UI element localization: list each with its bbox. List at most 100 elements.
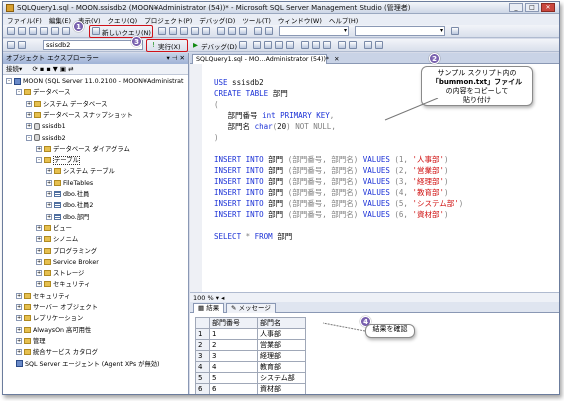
cut-icon[interactable]	[217, 27, 225, 35]
expand-icon[interactable]: +	[36, 247, 42, 254]
row-number[interactable]: 3	[195, 350, 210, 362]
expand-icon[interactable]: +	[36, 145, 42, 152]
chevron-down-icon[interactable]: ▾ ◂	[216, 294, 225, 302]
redo-icon[interactable]	[265, 27, 273, 35]
expand-icon[interactable]: +	[26, 111, 32, 118]
undo-icon[interactable]	[254, 27, 262, 35]
menu-item-3[interactable]: クエリ(Q)	[108, 15, 138, 25]
table-cell[interactable]: 6	[209, 383, 258, 394]
connect-button[interactable]: 接続▾	[6, 65, 22, 73]
minimize-button[interactable]: _	[509, 3, 523, 12]
expand-icon[interactable]: +	[16, 326, 22, 333]
copy-icon[interactable]	[228, 27, 236, 35]
new-query-icon[interactable]	[92, 27, 100, 35]
tree-node[interactable]: + セキュリティ	[16, 292, 70, 301]
xmla-query-icon[interactable]	[202, 27, 210, 35]
tab-messages[interactable]: ✎ メッセージ	[226, 303, 276, 313]
tree-node[interactable]: + システム データベース	[26, 100, 107, 109]
table-cell[interactable]: 3	[209, 350, 258, 362]
collapse-icon[interactable]: -	[6, 78, 12, 84]
uncomment-icon[interactable]	[349, 41, 357, 49]
zoom-level[interactable]: 100 % ▾ ◂	[190, 292, 559, 302]
table-row[interactable]: 5 5 システム部	[195, 372, 306, 384]
column-header[interactable]: 部門番号	[209, 317, 258, 329]
tree-node[interactable]: + AlwaysOn 高可用性	[16, 326, 91, 335]
tree-node[interactable]: + セキュリティ	[36, 280, 90, 289]
table-cell[interactable]: 4	[209, 361, 258, 373]
table-row[interactable]: 6 6 資材部	[195, 383, 306, 394]
row-number[interactable]: 5	[195, 372, 210, 384]
table-row[interactable]: 1 1 人事部	[195, 328, 306, 340]
paste-icon[interactable]	[239, 27, 247, 35]
results-to-text-icon[interactable]	[301, 41, 309, 49]
tree-node[interactable]: + ssisdb1	[26, 122, 66, 131]
tree-node[interactable]: + レプリケーション	[16, 314, 83, 323]
cancel-query-icon[interactable]	[239, 41, 247, 49]
expand-icon[interactable]: +	[36, 258, 42, 265]
save-icon[interactable]	[40, 27, 48, 35]
tree-node[interactable]: + システム テーブル	[46, 167, 115, 176]
execute-button[interactable]: 実行(X)	[158, 41, 181, 51]
query-designer-icon[interactable]	[275, 41, 283, 49]
tree-node[interactable]: - MOON (SQL Server 11.0.2100 - MOON¥Admin…	[6, 77, 184, 86]
tree-node[interactable]: + ビュー	[36, 224, 72, 233]
tree-node[interactable]: + dbo.部門	[46, 213, 89, 222]
undo-icon[interactable]	[62, 27, 70, 35]
table-row[interactable]: 3 3 経理部	[195, 350, 306, 362]
table-cell[interactable]: 人事部	[257, 328, 306, 340]
expand-icon[interactable]: +	[16, 349, 22, 356]
row-number[interactable]: 4	[195, 361, 210, 373]
menu-item-5[interactable]: デバッグ(D)	[199, 15, 235, 25]
add-item-icon[interactable]	[18, 27, 26, 35]
tree-node[interactable]: + データベース ダイアグラム	[36, 145, 130, 154]
expand-icon[interactable]: +	[46, 191, 52, 197]
expand-icon[interactable]: +	[16, 315, 22, 322]
tree-node[interactable]: + Service Broker	[36, 258, 99, 267]
tree-node[interactable]: - テーブル	[36, 156, 80, 166]
tree-node[interactable]: - ssisdb2	[26, 134, 66, 143]
expand-icon[interactable]: +	[46, 213, 52, 220]
collapse-icon[interactable]: -	[16, 89, 22, 96]
close-button[interactable]: ✕	[541, 3, 555, 12]
table-cell[interactable]: システム部	[257, 372, 306, 384]
tab-results[interactable]: ▦ 結果	[193, 303, 225, 313]
expand-icon[interactable]: +	[26, 100, 32, 107]
row-number[interactable]: 2	[195, 339, 210, 351]
comment-icon[interactable]	[338, 41, 346, 49]
tree-node[interactable]: - データベース	[16, 88, 70, 97]
specify-values-icon[interactable]	[286, 41, 294, 49]
expand-icon[interactable]: +	[16, 292, 22, 299]
refresh-icon[interactable]: ⟳ ▪ ▪ ▼ ▣ ⇄	[32, 65, 73, 73]
find-dropdown[interactable]	[355, 26, 445, 36]
close-tab-icon[interactable]: ✕	[334, 56, 339, 63]
row-number[interactable]: 1	[195, 328, 210, 340]
mdx-query-icon[interactable]	[180, 27, 188, 35]
table-cell[interactable]: 営業部	[257, 339, 306, 351]
database-engine-query-icon[interactable]	[158, 27, 166, 35]
collapse-icon[interactable]: -	[26, 134, 32, 141]
debug-icon[interactable]: ▶	[193, 41, 198, 49]
tree-node[interactable]: + dbo.社員	[46, 190, 89, 199]
menu-item-1[interactable]: 編集(E)	[49, 15, 71, 25]
collapse-icon[interactable]: -	[36, 157, 42, 164]
tab-sqlquery1[interactable]: SQLQuery1.sql - MO…Administrator (54))* …	[192, 54, 339, 64]
execute-icon[interactable]: !	[152, 41, 155, 49]
row-number[interactable]: 6	[195, 383, 210, 394]
results-to-file-icon[interactable]	[323, 41, 331, 49]
expand-icon[interactable]: +	[36, 236, 42, 243]
table-row[interactable]: 2 2 営業部	[195, 339, 306, 351]
menu-item-8[interactable]: ヘルプ(H)	[329, 15, 358, 25]
expand-icon[interactable]: +	[46, 168, 52, 175]
expand-icon[interactable]: +	[36, 224, 42, 231]
tree-node[interactable]: + プログラミング	[36, 247, 97, 256]
expand-icon[interactable]: +	[26, 123, 32, 130]
menu-item-7[interactable]: ウィンドウ(W)	[278, 15, 322, 25]
open-file-icon[interactable]	[29, 27, 37, 35]
new-query-button[interactable]: 新しいクエリ(N)	[102, 27, 151, 37]
table-cell[interactable]: 教育部	[257, 361, 306, 373]
table-cell[interactable]: 5	[209, 372, 258, 384]
search-icon[interactable]	[451, 27, 459, 35]
maximize-button[interactable]: □	[525, 3, 539, 12]
expand-icon[interactable]: +	[36, 270, 42, 277]
new-project-icon[interactable]	[7, 27, 15, 35]
